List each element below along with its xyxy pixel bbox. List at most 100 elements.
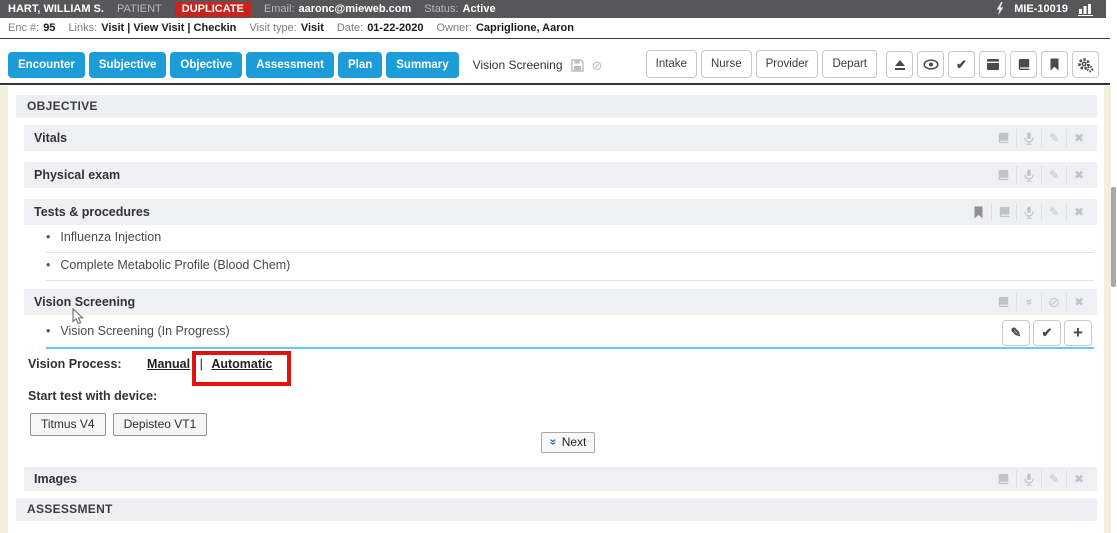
bullet-icon: • <box>46 230 50 244</box>
links-label: Links: <box>68 22 97 34</box>
enc-number-label: Enc #: <box>8 22 39 34</box>
stage-provider[interactable]: Provider <box>756 50 819 78</box>
chevron-down-icon: » <box>546 439 560 446</box>
add-button[interactable]: + <box>1064 320 1092 346</box>
lightning-icon[interactable] <box>996 2 1004 16</box>
content-right-margin <box>1104 86 1111 533</box>
settings-button[interactable] <box>1072 51 1099 78</box>
section-assessment-header[interactable]: ASSESSMENT <box>16 498 1097 521</box>
tab-assessment[interactable]: Assessment <box>246 52 334 78</box>
images-actions: ✎ ✖ <box>991 470 1091 488</box>
close-icon[interactable]: ✖ <box>1066 293 1091 311</box>
vision-process-label: Vision Process: <box>28 357 122 371</box>
pencil-icon[interactable]: ✎ <box>1041 129 1066 147</box>
stage-nurse[interactable]: Nurse <box>701 50 752 78</box>
device-depisteo-button[interactable]: Depisteo VT1 <box>113 413 208 436</box>
tests-label: Tests & procedures <box>34 205 150 219</box>
section-images[interactable]: Images ✎ ✖ <box>24 467 1097 491</box>
book-icon[interactable] <box>991 166 1016 184</box>
microphone-icon[interactable] <box>1016 166 1041 184</box>
section-vitals[interactable]: Vitals ✎ ✖ <box>24 125 1097 151</box>
microphone-icon[interactable] <box>1016 203 1041 221</box>
patient-type-label: PATIENT <box>117 3 162 15</box>
block-icon[interactable]: ⊘ <box>1041 293 1066 311</box>
test-item-label: Complete Metabolic Profile (Blood Chem) <box>60 258 290 272</box>
encounter-info-bar: Enc #: 95 Links: Visit | View Visit | Ch… <box>0 18 1110 39</box>
section-tests-procedures[interactable]: Tests & procedures ✎ ✖ <box>24 199 1097 225</box>
gears-icon <box>1077 57 1094 73</box>
vertical-scrollbar-thumb[interactable] <box>1111 187 1116 287</box>
book-icon[interactable] <box>991 470 1016 488</box>
encounter-toolbar: Encounter Subjective Objective Assessmen… <box>0 39 1110 85</box>
block-icon[interactable]: ⊘ <box>592 59 603 72</box>
tab-summary[interactable]: Summary <box>386 52 458 78</box>
test-item-influenza[interactable]: •Influenza Injection <box>46 231 1094 253</box>
plus-icon: + <box>1073 323 1083 343</box>
book-icon[interactable] <box>991 129 1016 147</box>
bookmark-icon[interactable] <box>966 203 991 221</box>
owner-value: Capriglione, Aaron <box>476 22 574 34</box>
book-icon[interactable] <box>991 293 1016 311</box>
close-icon[interactable]: ✖ <box>1066 166 1091 184</box>
manual-link[interactable]: Manual <box>147 357 190 371</box>
next-button[interactable]: » Next <box>541 432 595 453</box>
date-value: 01-22-2020 <box>367 22 423 34</box>
visit-type-value: Visit <box>301 22 324 34</box>
link-separator: | <box>200 357 203 371</box>
stage-intake[interactable]: Intake <box>646 50 697 78</box>
links-value[interactable]: Visit | View Visit | Checkin <box>101 22 236 34</box>
approve-button[interactable]: ✔ <box>948 51 975 78</box>
objective-header-label: OBJECTIVE <box>27 99 98 113</box>
start-device-label: Start test with device: <box>28 389 157 403</box>
microphone-icon[interactable] <box>1016 470 1041 488</box>
archive-icon <box>986 58 1000 71</box>
collapse-icon[interactable]: » <box>1016 293 1041 311</box>
bullet-icon: • <box>46 258 50 272</box>
images-label: Images <box>34 472 77 486</box>
chart-icon[interactable] <box>1078 2 1094 16</box>
microphone-icon[interactable] <box>1016 129 1041 147</box>
edit-button[interactable]: ✎ <box>1002 320 1030 346</box>
physical-exam-label: Physical exam <box>34 168 120 182</box>
device-titmus-button[interactable]: Titmus V4 <box>30 413 106 436</box>
tab-plan[interactable]: Plan <box>338 52 382 78</box>
vision-section-label: Vision Screening <box>34 295 135 309</box>
close-icon[interactable]: ✖ <box>1066 203 1091 221</box>
patient-name: HART, WILLIAM S. <box>8 3 104 15</box>
tab-objective[interactable]: Objective <box>170 52 242 78</box>
eject-button[interactable] <box>886 51 913 78</box>
section-objective-header[interactable]: OBJECTIVE <box>16 95 1097 118</box>
next-button-label: Next <box>562 435 587 449</box>
system-id: MIE-10019 <box>1014 3 1068 15</box>
section-vision-screening[interactable]: Vision Screening » ⊘ ✖ <box>24 289 1097 315</box>
section-physical-exam[interactable]: Physical exam ✎ ✖ <box>24 162 1097 188</box>
tab-encounter[interactable]: Encounter <box>8 52 85 78</box>
test-item-cmp[interactable]: • Complete Metabolic Profile (Blood Chem) <box>46 259 1094 281</box>
stage-depart[interactable]: Depart <box>822 50 877 78</box>
close-icon[interactable]: ✖ <box>1066 129 1091 147</box>
device-buttons-row: Titmus V4 Depisteo VT1 <box>30 413 207 436</box>
vision-item-in-progress[interactable]: • Vision Screening (In Progress) <box>46 325 1094 349</box>
automatic-link[interactable]: Automatic <box>211 357 272 371</box>
pencil-icon[interactable]: ✎ <box>1041 166 1066 184</box>
close-icon[interactable]: ✖ <box>1066 470 1091 488</box>
pencil-icon[interactable]: ✎ <box>1041 470 1066 488</box>
complete-button[interactable]: ✔ <box>1033 320 1061 346</box>
owner-label: Owner: <box>436 22 471 34</box>
archive-button[interactable] <box>979 51 1006 78</box>
check-icon: ✔ <box>1042 325 1053 341</box>
vision-item-label: Vision Screening (In Progress) <box>60 324 229 338</box>
bullet-icon: • <box>46 324 50 338</box>
view-button[interactable] <box>917 51 944 78</box>
tab-subjective[interactable]: Subjective <box>89 52 167 78</box>
duplicate-badge[interactable]: DUPLICATE <box>175 2 251 17</box>
vision-actions: » ⊘ ✖ <box>991 293 1091 311</box>
email-value: aaronc@mieweb.com <box>298 3 411 15</box>
documents-button[interactable] <box>1010 51 1037 78</box>
save-icon[interactable] <box>571 59 584 72</box>
pencil-icon[interactable]: ✎ <box>1041 203 1066 221</box>
vision-process-row: Vision Process: Manual | Automatic <box>28 357 272 371</box>
bookmark-button[interactable] <box>1041 51 1068 78</box>
current-section-title: Vision Screening <box>473 58 563 72</box>
book-icon[interactable] <box>991 203 1016 221</box>
